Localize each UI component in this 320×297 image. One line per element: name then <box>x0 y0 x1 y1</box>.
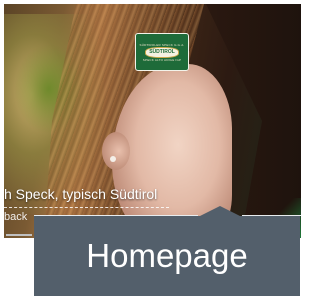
hero-image[interactable]: SÜDTIROLER SPECK G.G.A. SÜDTIROL SPECK A… <box>4 4 301 238</box>
earring <box>110 156 116 162</box>
hero-caption: h Speck, typisch Südtirol <box>4 186 158 202</box>
logo-seal: SÜDTIROL <box>145 46 179 58</box>
logo-top-text: SÜDTIROLER SPECK G.G.A. <box>139 42 185 47</box>
hero-caption-secondary: back <box>4 211 28 223</box>
suedtirol-speck-logo: SÜDTIROLER SPECK G.G.A. SÜDTIROL SPECK A… <box>135 33 189 71</box>
caption-divider <box>4 207 169 208</box>
logo-bottom-text: SPECK ALTO ADIGE IGP <box>142 57 182 62</box>
homepage-link[interactable]: Homepage <box>34 216 300 296</box>
ear <box>102 132 130 170</box>
divider-line <box>6 234 32 236</box>
